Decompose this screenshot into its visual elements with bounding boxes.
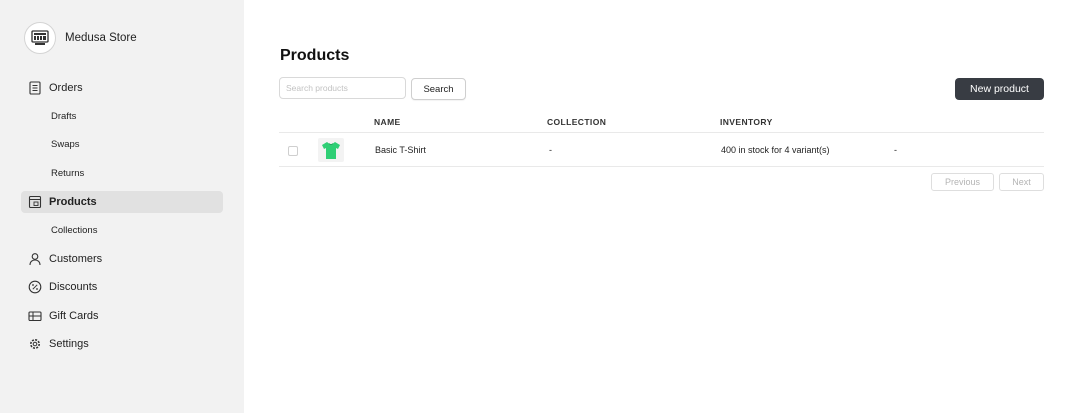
product-inventory: 400 in stock for 4 variant(s) — [721, 145, 830, 155]
product-collection: - — [549, 145, 552, 155]
column-header-name: NAME — [374, 117, 401, 127]
sidebar-item-orders[interactable]: Orders — [21, 77, 223, 99]
sidebar-item-swaps[interactable]: Swaps — [51, 139, 80, 150]
products-icon — [28, 195, 42, 209]
t-shirt-icon — [322, 142, 340, 159]
store-name: Medusa Store — [65, 32, 137, 44]
sidebar-item-label: Gift Cards — [49, 310, 99, 322]
column-header-inventory: INVENTORY — [720, 117, 773, 127]
product-name[interactable]: Basic T-Shirt — [375, 145, 426, 155]
page-title: Products — [280, 47, 350, 64]
sidebar-item-label: Discounts — [49, 281, 98, 293]
column-header-collection: COLLECTION — [547, 117, 607, 127]
search-input[interactable] — [279, 77, 406, 99]
orders-icon — [28, 81, 42, 95]
store-logo-icon — [24, 22, 56, 54]
store-header[interactable]: Medusa Store — [24, 22, 137, 54]
sidebar-item-customers[interactable]: Customers — [21, 248, 223, 270]
customers-icon — [28, 252, 42, 266]
sidebar-item-collections[interactable]: Collections — [51, 225, 97, 236]
table-row-divider — [279, 166, 1044, 167]
sidebar-item-label: Customers — [49, 253, 103, 265]
sidebar-item-label: Settings — [49, 338, 89, 350]
row-checkbox[interactable] — [288, 146, 298, 156]
search-button[interactable]: Search — [411, 78, 466, 100]
sidebar-item-returns[interactable]: Returns — [51, 168, 84, 179]
table-header-divider — [279, 132, 1044, 133]
sidebar-item-discounts[interactable]: Discounts — [21, 276, 223, 298]
gear-icon — [28, 337, 42, 351]
sidebar-item-label: Products — [49, 196, 97, 208]
product-thumbnail — [318, 138, 344, 162]
product-extra: - — [894, 145, 897, 155]
next-page-button[interactable]: Next — [999, 173, 1044, 191]
sidebar: Medusa Store Orders Drafts Swaps Returns… — [0, 0, 244, 413]
main-content: Products Search New product NAME COLLECT… — [244, 0, 1080, 413]
new-product-button[interactable]: New product — [955, 78, 1044, 100]
sidebar-item-label: Orders — [49, 82, 83, 94]
gift-card-icon — [28, 309, 42, 323]
discounts-icon — [28, 280, 42, 294]
sidebar-item-settings[interactable]: Settings — [21, 333, 223, 355]
sidebar-item-gift-cards[interactable]: Gift Cards — [21, 305, 223, 327]
sidebar-item-products[interactable]: Products — [21, 191, 223, 213]
previous-page-button[interactable]: Previous — [931, 173, 994, 191]
sidebar-item-drafts[interactable]: Drafts — [51, 111, 76, 122]
